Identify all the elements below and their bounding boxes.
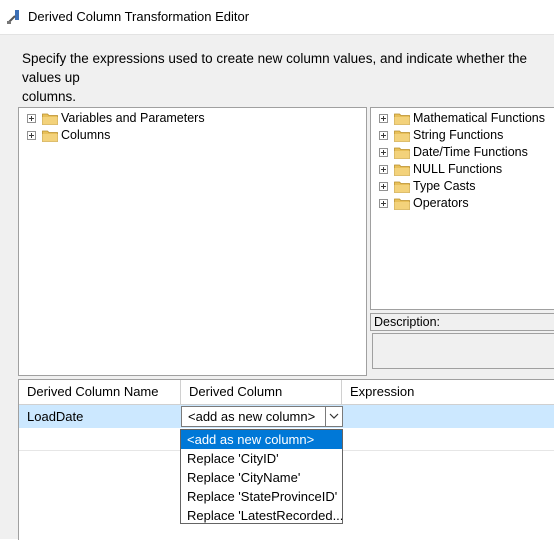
- dropdown-option-replace-stateprovinceid[interactable]: Replace 'StateProvinceID': [181, 487, 342, 506]
- title-bar: Derived Column Transformation Editor: [0, 0, 554, 34]
- folder-icon: [394, 181, 410, 193]
- tree-item-label: Date/Time Functions: [413, 145, 528, 159]
- expand-icon[interactable]: [379, 182, 388, 191]
- tree-item-label: NULL Functions: [413, 162, 503, 176]
- expand-icon[interactable]: [27, 131, 36, 140]
- intro-text: Specify the expressions used to create n…: [22, 51, 528, 104]
- derived-column-name-cell[interactable]: LoadDate: [27, 405, 83, 428]
- folder-icon: [394, 147, 410, 159]
- window-title: Derived Column Transformation Editor: [28, 9, 250, 24]
- editor-client-area: Specify the expressions used to create n…: [0, 34, 554, 540]
- expand-icon[interactable]: [379, 148, 388, 157]
- derived-column-dropdown-list[interactable]: <add as new column> Replace 'CityID' Rep…: [180, 429, 343, 524]
- dropdown-option-add-as-new-column[interactable]: <add as new column>: [181, 430, 342, 449]
- description-text: [372, 333, 554, 369]
- tree-item-label: Mathematical Functions: [413, 111, 546, 125]
- expand-icon[interactable]: [379, 131, 388, 140]
- folder-icon: [394, 164, 410, 176]
- chevron-down-icon: [329, 413, 339, 419]
- folder-icon: [42, 113, 58, 125]
- dropdown-button[interactable]: [325, 407, 342, 426]
- derived-column-combo[interactable]: <add as new column>: [181, 406, 343, 427]
- expand-icon[interactable]: [27, 114, 36, 123]
- derived-column-icon: [7, 10, 19, 24]
- folder-icon: [394, 113, 410, 125]
- dropdown-option-replace-cityname[interactable]: Replace 'CityName': [181, 468, 342, 487]
- folder-icon: [394, 130, 410, 142]
- expand-icon[interactable]: [379, 114, 388, 123]
- tree-item-label: Columns: [61, 128, 111, 142]
- tree-item-label: Type Casts: [413, 179, 476, 193]
- column-header-derived-column-name[interactable]: Derived Column Name: [19, 380, 181, 404]
- expand-icon[interactable]: [379, 165, 388, 174]
- tree-item-label: Variables and Parameters: [61, 111, 205, 125]
- description-header: Description:: [370, 313, 554, 331]
- variables-columns-tree[interactable]: Variables and Parameters Columns: [18, 107, 367, 376]
- grid-header: Derived Column Name Derived Column Expre…: [19, 380, 554, 405]
- folder-icon: [42, 130, 58, 142]
- tree-item-label: String Functions: [413, 128, 504, 142]
- expand-icon[interactable]: [379, 199, 388, 208]
- folder-icon: [394, 198, 410, 210]
- tree-item-label: Operators: [413, 196, 469, 210]
- description-label: Description:: [374, 315, 440, 329]
- functions-tree[interactable]: Mathematical Functions String Functions …: [370, 107, 554, 310]
- column-header-derived-column[interactable]: Derived Column: [181, 380, 342, 404]
- derived-column-value: <add as new column>: [188, 409, 316, 424]
- dropdown-option-replace-latestrecorded[interactable]: Replace 'LatestRecorded...: [181, 506, 342, 525]
- dropdown-option-replace-cityid[interactable]: Replace 'CityID': [181, 449, 342, 468]
- column-header-expression[interactable]: Expression: [342, 380, 554, 404]
